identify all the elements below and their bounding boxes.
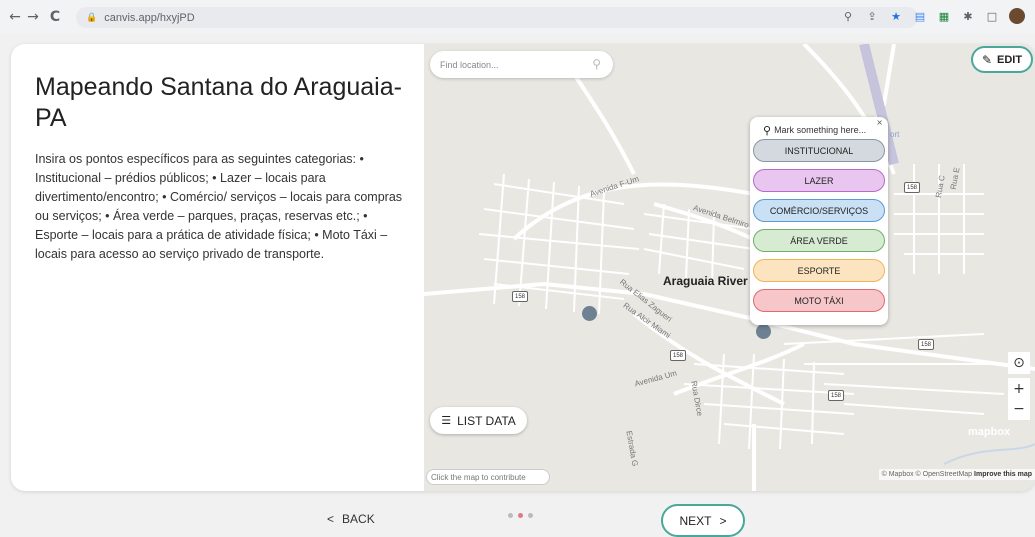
url-text: canvis.app/hxyjPD: [104, 11, 195, 24]
page-description: Insira os pontos específicos para as seg…: [35, 152, 403, 261]
zoom-out-button[interactable]: −: [1008, 398, 1030, 420]
map-attribution: © Mapbox © OpenStreetMap Improve this ma…: [878, 469, 1035, 480]
category-list: INSTITUCIONAL LAZER COMÉRCIO/SERVIÇOS ÁREA …: [753, 139, 885, 312]
page-dot[interactable]: [528, 513, 533, 518]
mapbox-logo[interactable]: mapbox: [968, 426, 1010, 438]
edit-label: EDIT: [997, 53, 1023, 66]
location-icon[interactable]: ⚲: [841, 9, 855, 23]
intro-panel: Mapeando Santana do Araguaia-PA Insira o…: [11, 44, 424, 491]
category-button[interactable]: ÁREA VERDE: [753, 229, 885, 252]
route-shield: 158: [670, 350, 686, 361]
main-card: Mapeando Santana do Araguaia-PA Insira o…: [11, 44, 1035, 491]
chevron-right-icon: >: [719, 513, 727, 528]
route-shield: 158: [918, 339, 934, 350]
category-button[interactable]: COMÉRCIO/SERVIÇOS: [753, 199, 885, 222]
route-shield: 158: [828, 390, 844, 401]
side-panel-icon[interactable]: □: [985, 9, 999, 23]
page-title: Mapeando Santana do Araguaia-PA: [35, 73, 402, 132]
back-label: BACK: [342, 512, 375, 526]
list-data-button[interactable]: ☰ LIST DATA: [430, 407, 527, 434]
route-shield: 158: [904, 182, 920, 193]
contribute-hint: Click the map to contribute: [426, 469, 550, 485]
next-label: NEXT: [679, 513, 712, 528]
category-button[interactable]: MOTO TÁXI: [753, 289, 885, 312]
popup-title: Mark something here...: [774, 125, 867, 135]
category-button[interactable]: ESPORTE: [753, 259, 885, 282]
page-dot-active[interactable]: [518, 513, 523, 518]
map-pin-icon: ⚲: [592, 57, 601, 71]
geolocate-icon[interactable]: ⊙: [1008, 352, 1030, 374]
category-button[interactable]: INSTITUCIONAL: [753, 139, 885, 162]
bookmark-star-icon[interactable]: ★: [889, 9, 903, 23]
category-button[interactable]: LAZER: [753, 169, 885, 192]
back-button[interactable]: < BACK: [327, 512, 375, 526]
category-popup: ⚲ Mark something here... × INSTITUCIONAL…: [750, 117, 888, 325]
lock-icon: 🔒: [86, 12, 98, 23]
share-icon[interactable]: ⇪: [865, 9, 879, 23]
browser-toolbar: ← → C 🔒 canvis.app/hxyjPD ⚲ ⇪ ★ ▤ ▦ ✱ □: [0, 0, 1035, 34]
map-point-marker[interactable]: [756, 324, 771, 339]
zoom-in-button[interactable]: +: [1008, 378, 1030, 400]
forward-arrow-icon[interactable]: →: [22, 6, 44, 28]
extensions-puzzle-icon[interactable]: ✱: [961, 9, 975, 23]
address-bar[interactable]: 🔒 canvis.app/hxyjPD: [76, 7, 918, 28]
profile-avatar[interactable]: [1009, 8, 1025, 24]
reload-icon[interactable]: C: [44, 6, 66, 28]
improve-map-link[interactable]: Improve this map: [974, 471, 1032, 478]
pencil-icon: ✎: [981, 52, 992, 67]
map-canvas[interactable]: Find location... ⚲ ✎ EDIT Avenida F-Um A…: [424, 44, 1035, 491]
map-pin-icon: ⚲: [763, 123, 772, 137]
page-dot[interactable]: [508, 513, 513, 518]
list-data-label: LIST DATA: [457, 413, 516, 428]
find-location-placeholder: Find location...: [440, 59, 499, 70]
popup-header: ⚲ Mark something here...: [763, 123, 885, 137]
docs-extension-icon[interactable]: ▤: [913, 9, 927, 23]
list-icon: ☰: [441, 414, 452, 427]
chevron-left-icon: <: [327, 512, 335, 526]
attribution-text[interactable]: © Mapbox © OpenStreetMap: [882, 471, 972, 478]
map-point-marker[interactable]: [582, 306, 597, 321]
close-icon[interactable]: ×: [876, 118, 883, 127]
route-shield: 158: [512, 291, 528, 302]
sheets-extension-icon[interactable]: ▦: [937, 9, 951, 23]
page-indicator: [508, 513, 533, 518]
find-location-input[interactable]: Find location... ⚲: [430, 51, 613, 78]
river-label: Araguaia River: [663, 274, 748, 288]
street-label: ort: [890, 130, 900, 139]
browser-extension-icons: ⚲ ⇪ ★ ▤ ▦ ✱ □: [841, 8, 1025, 24]
edit-button[interactable]: ✎ EDIT: [971, 46, 1033, 73]
next-button[interactable]: NEXT >: [661, 504, 745, 537]
